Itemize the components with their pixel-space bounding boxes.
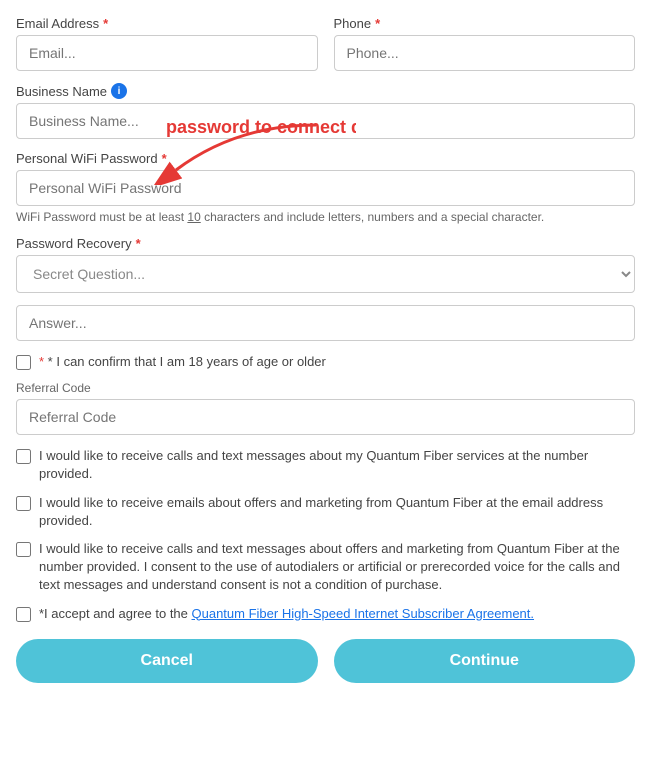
checkbox1-label: I would like to receive calls and text m… [39,447,635,483]
wifi-password-label: Personal WiFi Password * [16,151,635,166]
business-name-label: Business Name i [16,83,635,99]
wifi-password-input[interactable] [16,170,635,206]
wifi-hint-text: WiFi Password must be at least 10 charac… [16,210,635,224]
email-required-star: * [103,16,108,31]
wifi-required-star: * [162,151,167,166]
password-recovery-label: Password Recovery * [16,236,635,251]
agreement-row: *I accept and agree to the Quantum Fiber… [16,605,635,623]
recovery-required-star: * [136,236,141,251]
agreement-checkbox[interactable] [16,607,31,622]
phone-input[interactable] [334,35,636,71]
age-confirm-row: * * I can confirm that I am 18 years of … [16,353,635,371]
checkbox2-label: I would like to receive emails about off… [39,494,635,530]
wifi-password-wrapper: password to connect devices [16,170,635,206]
checkbox1[interactable] [16,449,31,464]
email-input[interactable] [16,35,318,71]
referral-code-input[interactable] [16,399,635,435]
continue-button[interactable]: Continue [334,639,636,683]
checkbox1-row: I would like to receive calls and text m… [16,447,635,483]
email-label: Email Address * [16,16,318,31]
checkbox3-row: I would like to receive calls and text m… [16,540,635,595]
business-name-input[interactable] [16,103,635,139]
checkbox3-label: I would like to receive calls and text m… [39,540,635,595]
cancel-button[interactable]: Cancel [16,639,318,683]
checkbox3[interactable] [16,542,31,557]
agreement-link[interactable]: Quantum Fiber High-Speed Internet Subscr… [192,606,535,621]
checkbox2[interactable] [16,496,31,511]
age-confirm-checkbox[interactable] [16,355,31,370]
answer-input[interactable] [16,305,635,341]
secret-question-select[interactable]: Secret Question... What is your mother's… [16,255,635,293]
business-name-info-icon[interactable]: i [111,83,127,99]
referral-code-label: Referral Code [16,381,635,395]
age-confirm-label: * * I can confirm that I am 18 years of … [39,353,326,371]
buttons-row: Cancel Continue [16,639,635,683]
phone-required-star: * [375,16,380,31]
agreement-label: *I accept and agree to the Quantum Fiber… [39,605,534,623]
checkbox2-row: I would like to receive emails about off… [16,494,635,530]
phone-label: Phone * [334,16,636,31]
